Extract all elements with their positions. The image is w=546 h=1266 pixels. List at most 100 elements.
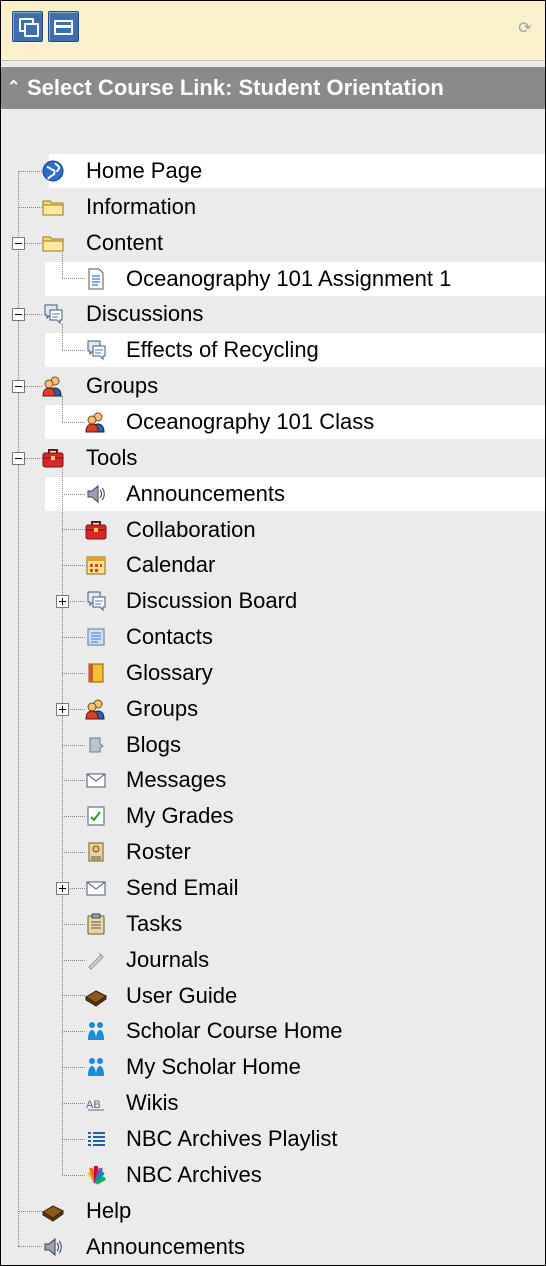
group-icon xyxy=(42,375,64,397)
folder-icon xyxy=(42,232,64,254)
tree-item-wikis[interactable]: AB Wikis xyxy=(1,1085,545,1121)
tree-item-label: Tools xyxy=(86,444,138,470)
tree-item-home-page[interactable]: Home Page xyxy=(1,153,545,189)
tree-item-label: Content xyxy=(86,229,164,255)
wiki-icon: AB xyxy=(85,1092,107,1114)
journal-icon xyxy=(85,949,107,971)
toolbox-icon xyxy=(42,447,64,469)
tree-item-groups[interactable]: Groups xyxy=(1,368,545,404)
tree-item-help[interactable]: Help xyxy=(1,1193,545,1229)
toolbar: ⟳ xyxy=(1,1,545,61)
glossary-icon xyxy=(85,662,107,684)
book-icon xyxy=(85,985,107,1007)
collapse-all-button[interactable] xyxy=(48,11,79,42)
tree-item-tools-groups[interactable]: Groups xyxy=(1,691,545,727)
tree-item-label: Calendar xyxy=(126,552,216,578)
tree-item-user-guide[interactable]: User Guide xyxy=(1,978,545,1014)
tree-item-nbc-archives[interactable]: NBC Archives xyxy=(1,1157,545,1193)
tree-item-label: Wikis xyxy=(126,1090,179,1116)
tree-item-send-email[interactable]: Send Email xyxy=(1,870,545,906)
expand-toggle-icon[interactable] xyxy=(56,595,69,609)
tree-item-effects-of-recycling[interactable]: Effects of Recycling xyxy=(1,332,545,368)
tree-item-journals[interactable]: Journals xyxy=(1,942,545,978)
calendar-icon xyxy=(85,554,107,576)
playlist-icon xyxy=(85,1128,107,1150)
tree-item-label: Help xyxy=(86,1197,132,1223)
tree-item-label: Contacts xyxy=(126,624,213,650)
group-icon xyxy=(85,411,107,433)
expand-all-button[interactable] xyxy=(12,11,43,42)
envelope-icon xyxy=(85,877,107,899)
tree-item-glossary[interactable]: Glossary xyxy=(1,655,545,691)
course-link-panel: ⟳ ⌃ Select Course Link: Student Orientati… xyxy=(0,0,546,1266)
refresh-icon[interactable]: ⟳ xyxy=(517,21,533,37)
speaker-icon xyxy=(85,483,107,505)
collapse-chevron-icon: ⌃ xyxy=(7,79,21,96)
peacock-icon xyxy=(85,1164,107,1186)
tree-item-tools-announcements[interactable]: Announcements xyxy=(1,476,545,512)
expand-toggle-icon[interactable] xyxy=(56,702,69,716)
folder-icon xyxy=(42,196,64,218)
tree-item-tasks[interactable]: Tasks xyxy=(1,906,545,942)
collapse-toggle-icon[interactable] xyxy=(12,380,25,394)
tree-item-label: Messages xyxy=(126,767,227,793)
speaker-icon xyxy=(42,1236,64,1258)
tree-item-label: My Scholar Home xyxy=(126,1054,301,1080)
discussion-icon xyxy=(85,339,107,361)
grades-icon xyxy=(85,805,107,827)
tree-item-calendar[interactable]: Calendar xyxy=(1,547,545,583)
globe-icon xyxy=(42,160,64,182)
tree-item-label: Home Page xyxy=(86,158,203,183)
tree-item-label: Announcements xyxy=(86,1233,245,1259)
tree-item-messages[interactable]: Messages xyxy=(1,762,545,798)
tree-item-label: Roster xyxy=(126,839,191,865)
toolbox-icon xyxy=(85,519,107,541)
tree-item-oceanography-assignment[interactable]: Oceanography 101 Assignment 1 xyxy=(1,261,545,297)
tree-item-label: Journals xyxy=(126,946,210,972)
panel-title: Select Course Link: Student Orientation xyxy=(27,75,444,100)
collapse-toggle-icon[interactable] xyxy=(12,451,25,465)
tree-item-label: Oceanography 101 Class xyxy=(126,408,375,434)
tree-item-roster[interactable]: Roster xyxy=(1,834,545,870)
tree-item-collaboration[interactable]: Collaboration xyxy=(1,512,545,548)
svg-text:AB: AB xyxy=(86,1099,101,1111)
tree-item-discussion-board[interactable]: Discussion Board xyxy=(1,583,545,619)
tree-item-label: Groups xyxy=(86,373,159,399)
expand-toggle-icon[interactable] xyxy=(56,882,69,895)
panel-header[interactable]: ⌃ Select Course Link: Student Orientation xyxy=(1,67,545,109)
contacts-icon xyxy=(85,626,107,648)
tree-item-label: NBC Archives Playlist xyxy=(126,1125,338,1151)
tree-item-blogs[interactable]: Blogs xyxy=(1,727,545,763)
tree-item-information[interactable]: Information xyxy=(1,189,545,225)
roster-icon xyxy=(85,841,107,863)
scholar-icon xyxy=(85,1020,107,1042)
tree-item-content[interactable]: Content xyxy=(1,225,545,261)
envelope-icon xyxy=(85,769,107,791)
tree-item-contacts[interactable]: Contacts xyxy=(1,619,545,655)
scholar-icon xyxy=(85,1056,107,1078)
tree-item-my-grades[interactable]: My Grades xyxy=(1,798,545,834)
tree-item-discussions[interactable]: Discussions xyxy=(1,296,545,332)
tree-item-label: Effects of Recycling xyxy=(126,337,319,363)
collapse-toggle-icon[interactable] xyxy=(12,236,25,250)
tree-item-label: Discussion Board xyxy=(126,588,298,614)
tree-item-tools[interactable]: Tools xyxy=(1,440,545,476)
tree-item-announcements[interactable]: Announcements xyxy=(1,1229,545,1265)
tree-item-my-scholar-home[interactable]: My Scholar Home xyxy=(1,1049,545,1085)
tree-item-oceanography-class[interactable]: Oceanography 101 Class xyxy=(1,404,545,440)
tree-item-nbc-archives-playlist[interactable]: NBC Archives Playlist xyxy=(1,1121,545,1157)
tree-item-label: User Guide xyxy=(126,982,238,1008)
tree-item-label: Information xyxy=(86,193,197,219)
tree-item-label: Glossary xyxy=(126,659,213,685)
document-icon xyxy=(85,268,107,290)
tree-item-label: My Grades xyxy=(126,803,234,829)
tree-item-scholar-course-home[interactable]: Scholar Course Home xyxy=(1,1013,545,1049)
book-icon xyxy=(42,1200,64,1222)
tree-item-label: NBC Archives xyxy=(126,1161,262,1187)
tree-item-label: Discussions xyxy=(86,301,204,327)
tree-item-label: Oceanography 101 Assignment 1 xyxy=(126,265,452,291)
tree-item-label: Announcements xyxy=(126,480,285,506)
collapse-toggle-icon[interactable] xyxy=(12,308,25,322)
tree-item-label: Groups xyxy=(126,695,199,721)
tree-item-label: Send Email xyxy=(126,875,239,900)
